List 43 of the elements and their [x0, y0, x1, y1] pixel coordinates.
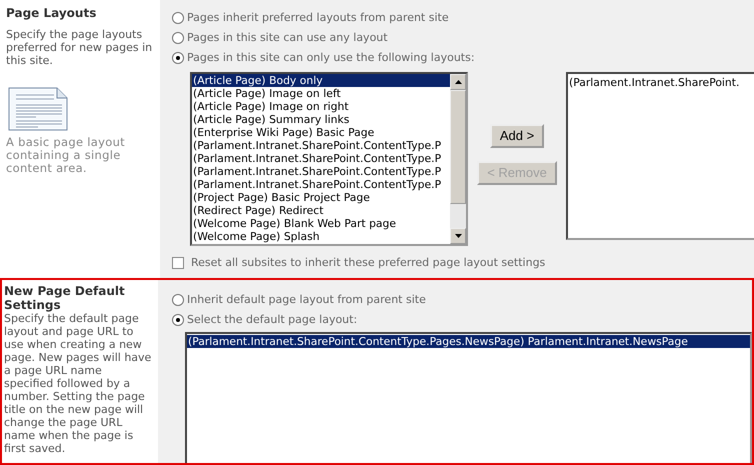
page-layout-icon	[8, 87, 68, 131]
section-description: Specify the page layouts preferred for new pages in this site.	[6, 28, 154, 67]
radio-button[interactable]	[172, 12, 184, 24]
up-arrow-icon	[454, 80, 462, 84]
list-option[interactable]: (Article Page) Image on left	[192, 87, 450, 100]
list-option[interactable]: (Redirect Page) Redirect	[192, 204, 450, 217]
scrollbar[interactable]	[450, 74, 466, 244]
radio-button[interactable]	[172, 314, 184, 326]
list-option[interactable]: (Article Page) Image on right	[192, 100, 450, 113]
list-option[interactable]: (Parlament.Intranet.SharePoint.ContentType.P	[192, 178, 450, 191]
section-title: New Page Default Settings	[4, 284, 126, 312]
scroll-up-button[interactable]	[450, 74, 466, 90]
radio-label: Pages in this site can only use the following layouts:	[187, 50, 475, 66]
list-option[interactable]: (Parlament.Intranet.SharePoint.	[568, 76, 754, 89]
radio-label: Pages inherit preferred layouts from parent site	[187, 10, 449, 26]
list-option[interactable]: (Article Page) Body only	[192, 74, 450, 87]
radio-button[interactable]	[172, 52, 184, 64]
scroll-down-button[interactable]	[450, 228, 466, 244]
list-option[interactable]: (Parlament.Intranet.SharePoint.ContentType.P	[192, 165, 450, 178]
down-arrow-icon	[454, 234, 462, 238]
list-option[interactable]: (Parlament.Intranet.SharePoint.ContentType.P	[192, 152, 450, 165]
available-layouts-listbox[interactable]	[190, 72, 468, 246]
list-option[interactable]: (Welcome Page) Blank Web Part page	[192, 217, 450, 230]
list-option[interactable]: (Welcome Page) Splash	[192, 230, 450, 243]
list-option[interactable]: (Parlament.Intranet.SharePoint.ContentType.Pages.NewsPage) Parlament.Intranet.NewsPage	[187, 335, 750, 348]
radio-button[interactable]	[172, 294, 184, 306]
scrollbar-thumb[interactable]	[450, 90, 466, 204]
list-option[interactable]: (Parlament.Intranet.SharePoint.ContentType.P	[192, 139, 450, 152]
list-option[interactable]: (Project Page) Basic Project Page	[192, 191, 450, 204]
add-button[interactable]: Add >	[490, 124, 544, 148]
reset-checkbox-label: Reset all subsites to inherit these preferred page layout settings	[191, 254, 546, 271]
section-title: Page Layouts	[6, 6, 98, 20]
layout-preview-caption: A basic page layout containing a single content area.	[6, 136, 126, 175]
radio-label: Pages in this site can use any layout	[187, 30, 388, 46]
radio-button[interactable]	[172, 32, 184, 44]
radio-label: Inherit default page layout from parent site	[187, 292, 426, 308]
section-description: Specify the default page layout and page URL to use when creating a new page. New pages will have a page URL name specified followed by a number. Setting the page title on the new page will change the page URL name when the page is first saved.	[4, 312, 152, 455]
list-option[interactable]: (Enterprise Wiki Page) Basic Page	[192, 126, 450, 139]
reset-checkbox[interactable]	[172, 257, 184, 269]
selected-layouts-listbox[interactable]: (Parlament.Intranet.SharePoint.	[566, 72, 754, 240]
radio-label: Select the default page layout:	[187, 312, 358, 328]
default-layout-listbox[interactable]: (Parlament.Intranet.SharePoint.ContentType.Pages.NewsPage) Parlament.Intranet.NewsPage	[185, 332, 752, 463]
list-option[interactable]: (Article Page) Summary links	[192, 113, 450, 126]
